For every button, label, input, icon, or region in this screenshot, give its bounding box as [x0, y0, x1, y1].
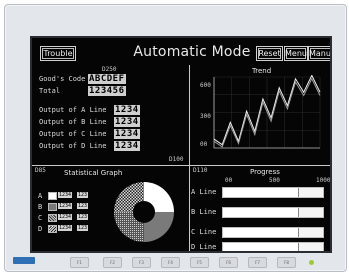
device-code-d100: D100: [169, 156, 184, 163]
hmi-device: Trouble Automatic Mode Reset Menu Manua …: [4, 4, 347, 272]
function-key-6[interactable]: F6: [219, 257, 238, 268]
legend-swatch-c: [48, 214, 57, 222]
progress-fill-d: [223, 243, 299, 251]
progress-label-d: D Line: [191, 243, 217, 251]
progress-label-c: C Line: [191, 228, 217, 236]
output-d-label: Output of D Line: [39, 142, 107, 150]
progress-fill-a: [223, 188, 299, 197]
device-code-top: D250: [102, 66, 117, 73]
output-c-value: 1234: [114, 129, 140, 139]
total-value: 123456: [88, 86, 126, 96]
legend-swatch-a: [48, 192, 57, 200]
power-led: [309, 260, 314, 265]
progress-scale-500: 500: [269, 177, 280, 184]
trend-y-tick-300: 300: [200, 113, 211, 120]
function-key-2[interactable]: F2: [103, 257, 122, 268]
legend-label-c: C: [38, 214, 43, 222]
function-key-5[interactable]: F5: [190, 257, 209, 268]
divider-horizontal: [32, 165, 330, 166]
trend-y-tick-600: 600: [200, 82, 211, 89]
function-key-3[interactable]: F3: [132, 257, 151, 268]
trouble-button[interactable]: Trouble: [40, 46, 76, 61]
output-a-label: Output of A Line: [39, 106, 107, 114]
legend-value-d2: 123: [77, 225, 89, 231]
legend-swatch-b: [48, 203, 57, 211]
reset-button[interactable]: Reset: [256, 46, 283, 61]
legend-value-d1: 1234: [58, 225, 73, 231]
legend-label-d: D: [38, 225, 43, 233]
function-key-7[interactable]: F7: [248, 257, 267, 268]
output-a-value: 1234: [114, 105, 140, 115]
function-key-8[interactable]: F8: [277, 257, 296, 268]
device-code-progress: D110: [193, 167, 208, 174]
output-c-label: Output of C Line: [39, 130, 107, 138]
total-label: Total: [39, 87, 61, 95]
legend-label-a: A: [38, 192, 43, 200]
legend-swatch-d: [48, 225, 57, 233]
device-code-stat: D85: [35, 167, 46, 174]
donut-hole: [133, 201, 155, 223]
legend-label-b: B: [38, 203, 43, 211]
progress-fill-c: [223, 228, 299, 237]
hmi-screen: Trouble Automatic Mode Reset Menu Manua …: [30, 36, 332, 253]
trend-chart: [213, 75, 321, 149]
goods-code-label: Good's Code: [39, 75, 86, 83]
output-d-value: 1234: [114, 141, 140, 151]
output-b-label: Output of B Line: [39, 118, 107, 126]
progress-title: Progress: [250, 168, 280, 176]
menu-button[interactable]: Menu: [284, 46, 308, 61]
progress-label-b: B Line: [191, 208, 217, 216]
progress-scale-0: 00: [225, 177, 233, 184]
progress-bar-a: [222, 187, 324, 198]
divider-vertical: [189, 65, 190, 251]
legend-value-b1: 1234: [58, 203, 73, 209]
legend-value-b2: 123: [77, 203, 89, 209]
progress-scale-1000: 1000: [316, 177, 331, 184]
progress-bar-b: [222, 207, 324, 218]
trend-y-tick-0: 00: [200, 141, 208, 148]
stat-graph-title: Statistical Graph: [64, 169, 123, 177]
page-title: Automatic Mode: [133, 44, 251, 60]
legend-value-c1: 1234: [58, 214, 73, 220]
progress-fill-b: [223, 208, 299, 217]
legend-value-a2: 123: [77, 192, 89, 198]
progress-label-a: A Line: [191, 188, 217, 196]
legend-value-c2: 123: [77, 214, 89, 220]
progress-bar-d: [222, 242, 324, 251]
donut-chart: [114, 182, 174, 242]
manual-button[interactable]: Manua: [308, 46, 330, 61]
brand-logo: [13, 257, 35, 264]
progress-bar-c: [222, 227, 324, 238]
trend-title: Trend: [252, 67, 272, 75]
legend-value-a1: 1234: [58, 192, 73, 198]
output-b-value: 1234: [114, 117, 140, 127]
function-key-4[interactable]: F4: [161, 257, 180, 268]
function-key-1[interactable]: F1: [70, 257, 89, 268]
goods-code-value: ABCDEF: [88, 74, 126, 84]
